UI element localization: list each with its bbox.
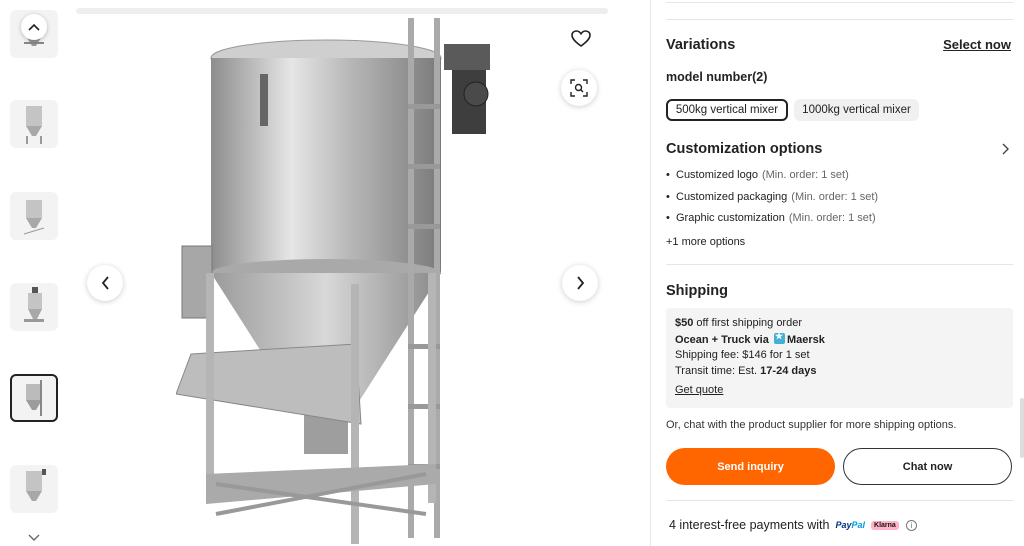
- payment-options: 4 interest-free payments with PayPal Kla…: [669, 518, 917, 532]
- more-options-link[interactable]: +1 more options: [666, 236, 745, 248]
- transit-days: 17-24 days: [760, 365, 817, 377]
- klarna-logo: Klarna: [871, 520, 899, 530]
- shipping-method: Ocean + Truck via Maersk: [675, 331, 825, 346]
- shipping-info-box: $50 off first shipping order Ocean + Tru…: [666, 308, 1013, 408]
- vertical-mixer-image: [176, 18, 490, 544]
- image-search-button[interactable]: [561, 70, 597, 106]
- customization-item-label: Customized packaging: [676, 191, 788, 203]
- chevron-left-icon: [101, 276, 109, 290]
- divider: [666, 500, 1013, 501]
- heart-icon: [571, 30, 591, 47]
- product-details-panel: Variations Select now model number(2) 50…: [650, 0, 1024, 546]
- payment-text: 4 interest-free payments with: [669, 518, 830, 532]
- thumbnails-down-button[interactable]: [18, 528, 50, 546]
- model-number-label: model number(2): [666, 70, 768, 84]
- transit-time: Transit time: Est. 17-24 days: [675, 365, 816, 377]
- next-image-button[interactable]: [562, 265, 598, 301]
- thumbnail-5[interactable]: [10, 374, 58, 422]
- paypal-logo-part: Pay: [835, 520, 852, 530]
- variation-option-500kg[interactable]: 500kg vertical mixer: [666, 99, 788, 121]
- chevron-down-icon: [28, 534, 40, 541]
- shipping-fee: Shipping fee: $146 for 1 set: [675, 349, 810, 361]
- thumbnail-6[interactable]: [10, 465, 58, 513]
- customization-item-label: Customized logo: [676, 169, 758, 181]
- variation-option-1000kg[interactable]: 1000kg vertical mixer: [794, 99, 919, 121]
- image-search-icon: [570, 79, 588, 97]
- divider: [666, 19, 1013, 20]
- divider: [666, 2, 1013, 3]
- shipping-title: Shipping: [666, 283, 729, 299]
- paypal-logo-part: Pal: [851, 520, 866, 530]
- customization-title[interactable]: Customization options: [666, 141, 822, 157]
- shipping-method-text: Ocean + Truck via: [675, 334, 769, 346]
- min-order: (Min. order: 1 set): [788, 212, 876, 224]
- chat-now-button[interactable]: Chat now: [843, 448, 1012, 485]
- select-now-link[interactable]: Select now: [943, 37, 1011, 52]
- customization-item-label: Graphic customization: [676, 212, 785, 224]
- main-product-image: [76, 0, 610, 546]
- promo-text: off first shipping order: [696, 317, 802, 329]
- thumbnail-4[interactable]: [10, 283, 58, 331]
- min-order: (Min. order: 1 set): [791, 191, 879, 203]
- favorite-button[interactable]: [566, 24, 596, 54]
- maersk-logo-icon: [773, 331, 785, 344]
- get-quote-link[interactable]: Get quote: [675, 384, 723, 396]
- thumbnails-up-button[interactable]: [21, 14, 47, 40]
- chevron-right-icon: [1002, 143, 1009, 155]
- customization-item: • Customized packaging (Min. order: 1 set): [666, 191, 879, 203]
- transit-prefix: Transit time: Est.: [675, 365, 758, 377]
- divider: [666, 264, 1013, 265]
- send-inquiry-button[interactable]: Send inquiry: [666, 448, 835, 485]
- chevron-right-icon: [576, 276, 584, 290]
- chevron-up-icon: [28, 23, 40, 31]
- previous-image-button[interactable]: [87, 265, 123, 301]
- shipping-chat-note: Or, chat with the product supplier for m…: [666, 419, 957, 431]
- carrier-name: Maersk: [786, 334, 825, 346]
- paypal-logo: PayPal: [836, 520, 866, 530]
- thumbnail-3[interactable]: [10, 192, 58, 240]
- info-icon[interactable]: i: [905, 519, 917, 531]
- customization-item: • Graphic customization (Min. order: 1 set…: [666, 212, 876, 224]
- thumbnail-2[interactable]: [10, 100, 58, 148]
- shipping-promo: $50 off first shipping order: [675, 317, 802, 329]
- variations-title: Variations: [666, 37, 736, 53]
- customization-expand-button[interactable]: [1002, 142, 1009, 160]
- scrollbar[interactable]: [1020, 398, 1024, 458]
- customization-item: • Customized logo (Min. order: 1 set): [666, 169, 849, 181]
- promo-amount: $50: [675, 317, 694, 329]
- thumbnail-strip: [0, 0, 70, 546]
- min-order: (Min. order: 1 set): [761, 169, 849, 181]
